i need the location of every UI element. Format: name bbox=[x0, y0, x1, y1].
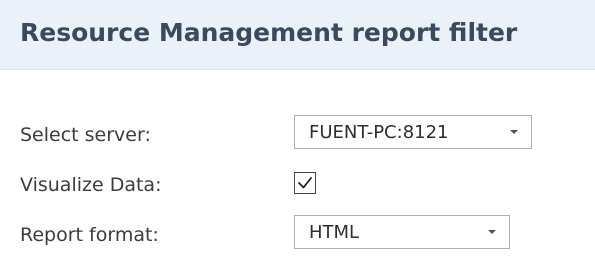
chevron-down-icon[interactable] bbox=[488, 230, 496, 234]
page-title: Resource Management report filter bbox=[20, 18, 518, 47]
report-format-label: Report format: bbox=[20, 224, 159, 246]
checkmark-icon bbox=[298, 177, 312, 189]
report-format-dropdown-value: HTML bbox=[309, 222, 360, 243]
visualize-data-checkbox[interactable] bbox=[294, 172, 316, 194]
visualize-data-label: Visualize Data: bbox=[20, 174, 162, 196]
server-dropdown-value: FUENT-PC:8121 bbox=[309, 122, 449, 143]
header-divider bbox=[0, 69, 595, 70]
header-panel: Resource Management report filter bbox=[0, 0, 595, 70]
server-dropdown[interactable]: FUENT-PC:8121 bbox=[294, 115, 532, 149]
select-server-label: Select server: bbox=[20, 124, 151, 146]
report-format-dropdown[interactable]: HTML bbox=[294, 215, 510, 249]
chevron-down-icon[interactable] bbox=[510, 130, 518, 134]
